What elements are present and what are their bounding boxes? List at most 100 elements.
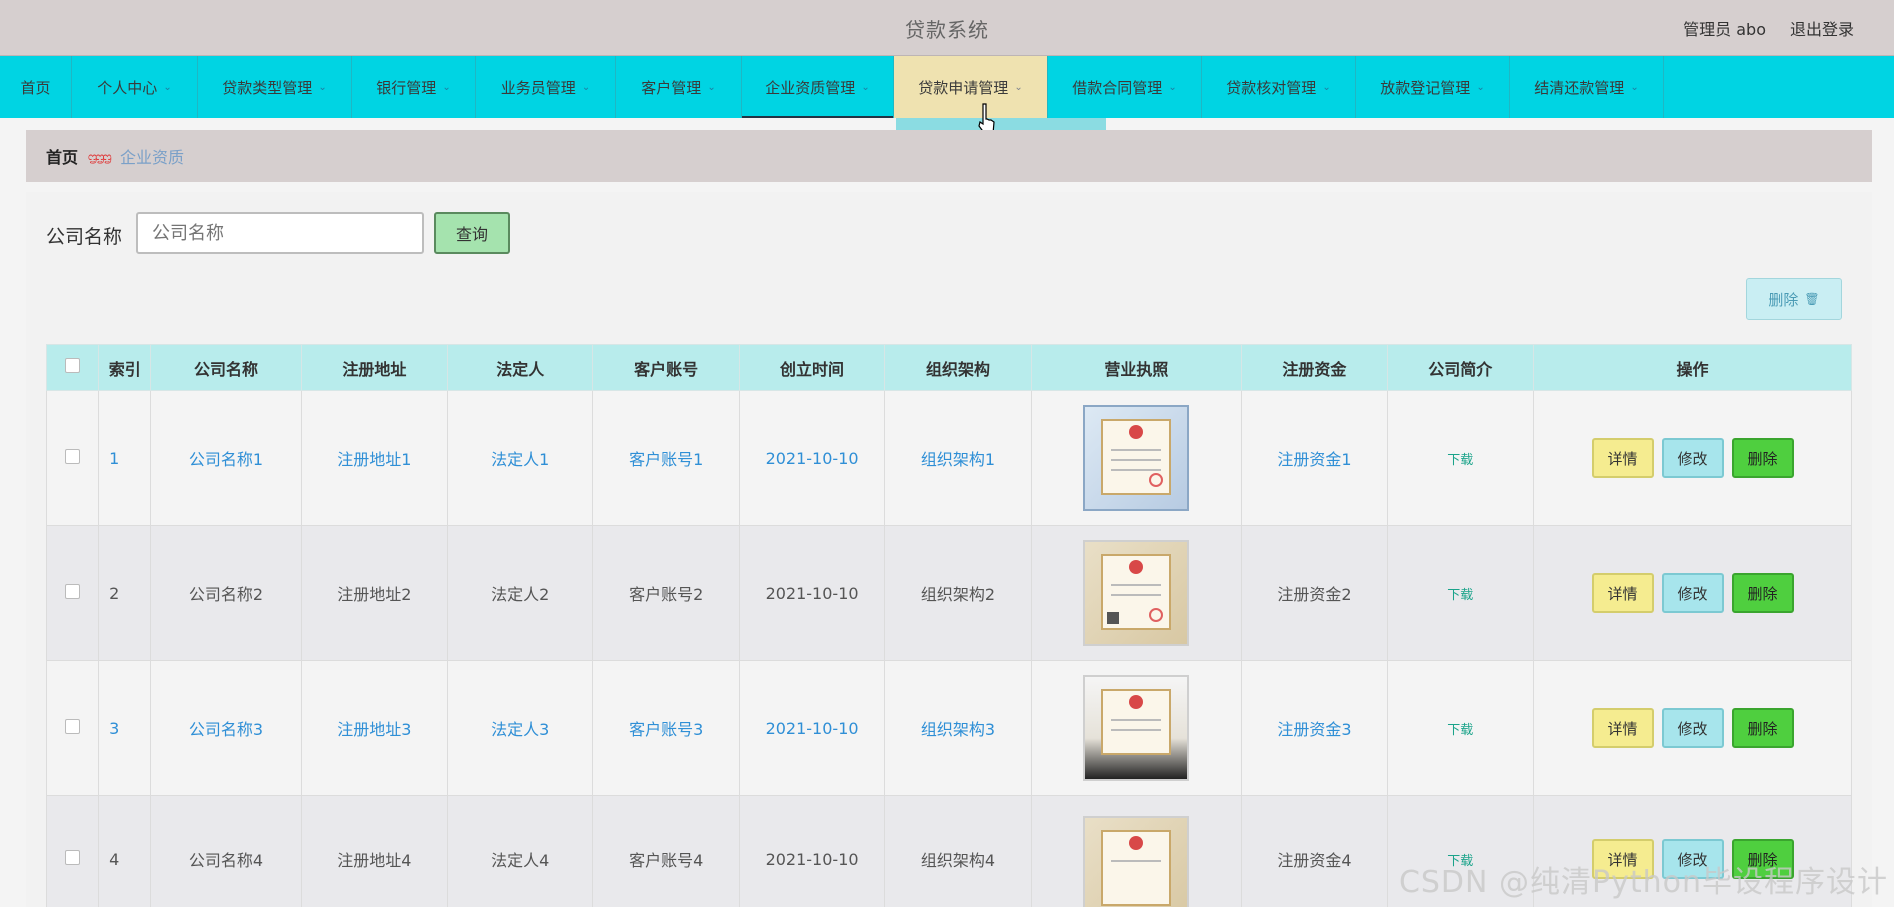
cell-capital: 注册资金2 [1241,525,1388,661]
cell-address: 注册地址4 [300,795,449,907]
row-select-cell[interactable] [45,390,100,526]
business-license-image[interactable] [1083,405,1190,511]
header-capital: 注册资金 [1241,344,1388,391]
cell-legal: 法定人1 [447,390,594,526]
nav-item-bank[interactable]: 银行管理 ⌄ [352,56,476,118]
business-license-image[interactable] [1083,816,1190,907]
chevron-down-icon: ⌄ [442,81,451,93]
download-link[interactable]: 下载 [1447,453,1473,468]
current-user[interactable]: 管理员 abo [1683,16,1766,40]
nav-item-home[interactable]: 首页 [0,56,72,118]
cell-index: 2 [98,525,152,661]
content-panel: 公司名称 查询 删除 🗑 索引 公司名称 注册地址 法定人 客户账号 创立时间 … [26,192,1872,907]
cell-company-name: 公司名称2 [150,525,302,661]
detail-button[interactable]: 详情 [1591,573,1654,613]
text-line [1111,860,1162,862]
nav-label: 首页 [20,78,51,97]
delete-button[interactable]: 删除 [1731,573,1794,613]
batch-delete-button[interactable]: 删除 🗑 [1746,278,1842,320]
chevron-down-icon: ⌄ [1476,81,1485,93]
cell-company-name: 公司名称4 [150,795,302,907]
nav-item-personal-center[interactable]: 个人中心 ⌄ [72,56,198,118]
delete-button[interactable]: 删除 [1731,708,1794,748]
select-all-header[interactable] [45,344,100,391]
chevron-down-icon: ⌄ [707,81,716,93]
header-index: 索引 [98,344,152,391]
breadcrumb-current: 企业资质 [119,148,184,167]
cell-date: 2021-10-10 [738,795,886,907]
business-license-image[interactable] [1083,675,1190,781]
cell-capital: 注册资金4 [1241,795,1388,907]
cell-legal: 法定人2 [447,525,594,661]
search-label: 公司名称 [46,226,123,248]
cell-license [1030,390,1243,526]
cell-org: 组织架构4 [884,795,1032,907]
search-button[interactable]: 查询 [434,212,510,254]
chevron-down-icon: ⌄ [163,81,172,93]
download-link[interactable]: 下载 [1447,723,1473,738]
edit-button[interactable]: 修改 [1661,573,1724,613]
chevron-down-icon: ⌄ [1630,81,1639,93]
text-line [1111,469,1162,471]
cell-legal: 法定人4 [447,795,594,907]
row-checkbox[interactable] [65,718,81,734]
nav-label: 客户管理 [641,78,702,97]
cell-capital: 注册资金1 [1241,390,1388,526]
nav-item-loan-type[interactable]: 贷款类型管理 ⌄ [198,56,352,118]
cell-intro: 下载 [1386,390,1535,526]
cell-legal: 法定人3 [447,660,594,796]
nav-label: 贷款类型管理 [222,78,313,97]
header-account: 客户账号 [592,344,740,391]
user-area: 管理员 abo 退出登录 [1683,16,1854,40]
nav-item-disbursement[interactable]: 放款登记管理 ⌄ [1356,56,1510,118]
breadcrumb-home[interactable]: 首页 [46,144,78,168]
row-checkbox[interactable] [65,448,81,464]
cell-capital: 注册资金3 [1241,660,1388,796]
nav-label: 业务员管理 [500,78,576,97]
download-link[interactable]: 下载 [1447,588,1473,603]
business-license-image[interactable] [1083,540,1190,646]
row-checkbox[interactable] [65,583,81,599]
select-all-checkbox[interactable] [65,358,81,373]
nav-item-loan-check[interactable]: 贷款核对管理 ⌄ [1202,56,1356,118]
edit-button[interactable]: 修改 [1661,708,1724,748]
row-select-cell[interactable] [45,795,100,907]
row-checkbox[interactable] [65,849,81,865]
nav-item-customer[interactable]: 客户管理 ⌄ [616,56,742,118]
main-nav: 首页 个人中心 ⌄ 贷款类型管理 ⌄ 银行管理 ⌄ 业务员管理 ⌄ 客户管理 ⌄ 企业资质… [0,56,1894,118]
trash-icon: 🗑 [1804,292,1820,306]
logout-link[interactable]: 退出登录 [1790,16,1854,40]
table-row: 1 公司名称1 注册地址1 法定人1 客户账号1 2021-10-10 组织架构… [45,390,1852,526]
cell-license [1030,795,1243,907]
nav-item-enterprise-qualification[interactable]: 企业资质管理 ⌄ [742,56,894,118]
nav-item-salesman[interactable]: 业务员管理 ⌄ [476,56,616,118]
chevron-down-icon: ⌄ [1322,81,1331,93]
cell-index: 1 [98,390,152,526]
nav-item-loan-contract[interactable]: 借款合同管理 ⌄ [1048,56,1202,118]
nav-item-loan-application[interactable]: 贷款申请管理 ⌄ [894,56,1048,118]
chevron-down-icon: ⌄ [318,81,327,93]
header-address: 注册地址 [300,344,449,391]
detail-button[interactable]: 详情 [1591,708,1654,748]
cell-account: 客户账号1 [592,390,740,526]
top-header: 贷款系统 管理员 abo 退出登录 [0,0,1894,56]
text-line [1111,594,1162,596]
qr-code-icon [1107,612,1120,624]
delete-button[interactable]: 删除 [1731,438,1794,478]
header-org: 组织架构 [884,344,1032,391]
nav-item-repayment[interactable]: 结清还款管理 ⌄ [1510,56,1664,118]
chevron-down-icon: ⌄ [581,81,591,93]
row-select-cell[interactable] [45,525,100,661]
cell-index: 3 [98,660,152,796]
text-line [1111,449,1162,451]
row-select-cell[interactable] [45,660,100,796]
company-name-search-input[interactable] [136,212,424,254]
batch-delete-label: 删除 [1768,290,1799,309]
breadcrumb: 首页 ᦗᦗᦗ 企业资质 [26,130,1872,182]
nav-label: 银行管理 [376,78,437,97]
detail-button[interactable]: 详情 [1591,438,1654,478]
edit-button[interactable]: 修改 [1661,438,1724,478]
nav-label: 借款合同管理 [1072,78,1163,97]
cell-account: 客户账号3 [592,660,740,796]
nav-label: 结清还款管理 [1534,78,1625,97]
